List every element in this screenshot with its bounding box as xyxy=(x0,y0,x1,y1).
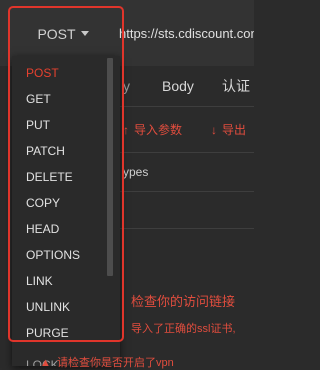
request-tabs: y Body 认证 xyxy=(119,66,254,107)
menu-item-put[interactable]: PUT xyxy=(12,112,120,138)
dropdown-scrollbar[interactable] xyxy=(107,58,113,276)
tab-hidden-fragment[interactable]: y xyxy=(123,66,130,106)
caret-down-icon xyxy=(80,30,89,36)
menu-item-copy[interactable]: COPY xyxy=(12,190,120,216)
import-params-button[interactable]: ↑ 导入参数 xyxy=(123,108,182,152)
menu-item-head[interactable]: HEAD xyxy=(12,216,120,242)
arrow-up-icon: ↑ xyxy=(123,123,129,137)
warning-title: 检查你的访问链接 xyxy=(131,294,236,309)
warning-vpn: ▲ 请检查你是否开启了vpn xyxy=(40,354,174,370)
menu-item-get[interactable]: GET xyxy=(12,86,120,112)
import-label: 导入参数 xyxy=(134,123,183,137)
tab-body[interactable]: Body xyxy=(162,66,194,106)
menu-item-delete[interactable]: DELETE xyxy=(12,164,120,190)
url-input[interactable]: https://sts.cdiscount.com xyxy=(119,22,254,46)
arrow-down-icon: ↓ xyxy=(211,123,217,137)
menu-item-patch[interactable]: PATCH xyxy=(12,138,120,164)
menu-item-post[interactable]: POST xyxy=(12,60,120,86)
warning-vpn-text: 请检查你是否开启了vpn xyxy=(57,357,174,369)
method-label: POST xyxy=(37,26,76,42)
content-types-row: ypes xyxy=(119,153,254,192)
content-types-label: ypes xyxy=(123,165,149,179)
menu-item-unlink[interactable]: UNLINK xyxy=(12,294,120,320)
params-actions: ↑ 导入参数 ↓ 导出 xyxy=(119,108,254,153)
row-divider xyxy=(119,228,254,229)
menu-item-purge[interactable]: PURGE xyxy=(12,320,120,346)
export-label: 导出 xyxy=(222,123,247,137)
method-dropdown: POST GET PUT PATCH DELETE COPY HEAD OPTI… xyxy=(12,56,120,366)
tab-auth[interactable]: 认证 xyxy=(222,66,250,106)
method-select[interactable]: POST xyxy=(12,10,114,58)
warning-icon: ▲ xyxy=(40,357,51,369)
menu-item-options[interactable]: OPTIONS xyxy=(12,242,120,268)
warning-ssl: 导入了正确的ssl证书, xyxy=(131,323,236,335)
menu-item-link[interactable]: LINK xyxy=(12,268,120,294)
export-button[interactable]: ↓ 导出 xyxy=(211,108,246,152)
